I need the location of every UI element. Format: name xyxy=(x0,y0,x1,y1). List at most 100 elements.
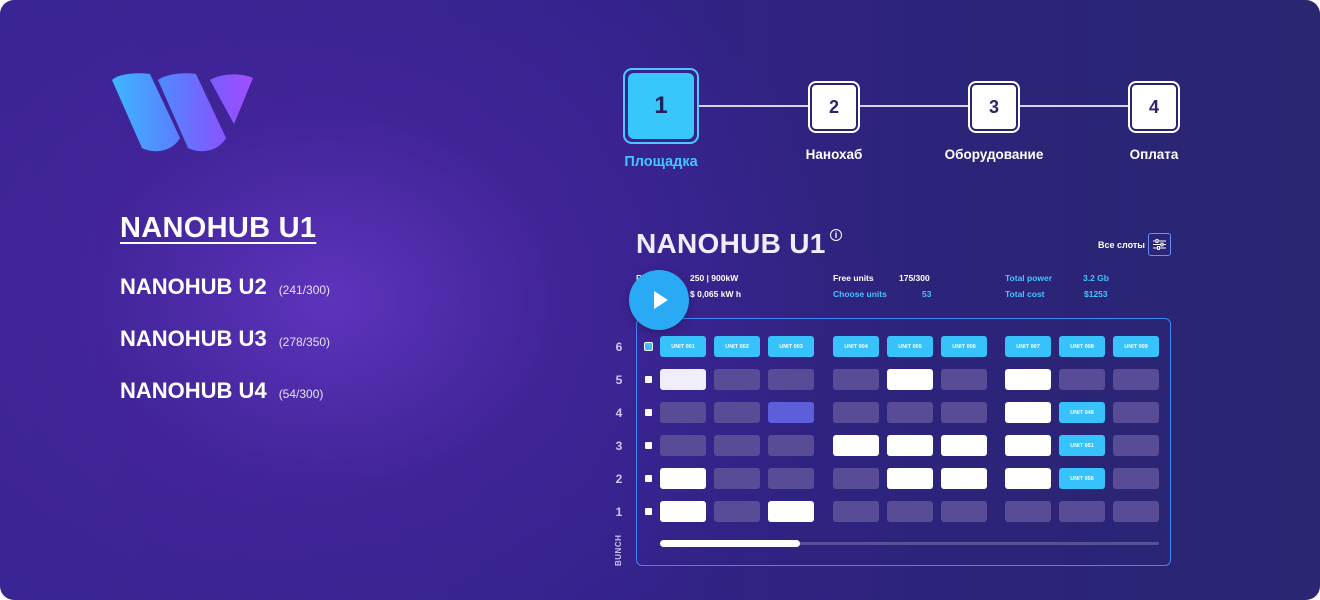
step-4[interactable]: 4 xyxy=(1130,83,1178,131)
slot-cell[interactable] xyxy=(941,468,987,489)
panel-title: NANOHUB U1 xyxy=(636,228,826,259)
step-number: 1 xyxy=(628,73,694,139)
slot-cell[interactable] xyxy=(1005,435,1051,456)
slot-cell[interactable] xyxy=(1113,501,1159,522)
slot-cell[interactable] xyxy=(887,501,933,522)
step-label-1: Площадка xyxy=(624,154,698,170)
slot-cell[interactable] xyxy=(1005,369,1051,390)
step-1[interactable]: 1 xyxy=(623,68,699,144)
step-2[interactable]: 2 xyxy=(810,83,858,131)
stat-total-power-value: 3.2 Gb xyxy=(1083,273,1109,283)
slot-cell[interactable] xyxy=(660,369,706,390)
slot-cell[interactable]: UNIT 048 xyxy=(1059,402,1105,423)
slot-cell[interactable] xyxy=(1059,369,1105,390)
slot-cell[interactable]: UNIT 007 xyxy=(1005,336,1051,357)
hub-list: NANOHUB U1 NANOHUB U2 (241/300) NANOHUB … xyxy=(120,212,330,403)
slot-cell[interactable] xyxy=(714,468,760,489)
slot-cell[interactable]: UNIT 008 xyxy=(1059,336,1105,357)
slot-cell[interactable] xyxy=(1005,402,1051,423)
stepper: 1 2 3 4 Площадка Нанохаб Оборудование Оп… xyxy=(600,68,1220,178)
slot-cell[interactable] xyxy=(768,468,814,489)
slot-cell[interactable] xyxy=(941,501,987,522)
row-checkbox[interactable] xyxy=(645,409,652,416)
bunch-axis-label: BUNCH xyxy=(614,534,623,566)
row-checkbox[interactable] xyxy=(645,508,652,515)
slot-cell[interactable] xyxy=(714,435,760,456)
slot-cell[interactable]: UNIT 005 xyxy=(887,336,933,357)
play-icon xyxy=(654,291,668,309)
stat-total-cost-label: Total cost xyxy=(1005,289,1045,299)
slot-cell[interactable]: UNIT 004 xyxy=(833,336,879,357)
row-number: 2 xyxy=(615,472,623,486)
step-label-4: Оплата xyxy=(1129,147,1179,162)
hub-name: NANOHUB U4 xyxy=(120,378,267,403)
stat-choose-units-label: Choose units xyxy=(833,289,887,299)
info-icon[interactable]: i xyxy=(830,229,842,241)
grid-scroll-thumb[interactable] xyxy=(660,540,800,547)
stat-total-power-label: Total power xyxy=(1005,273,1053,283)
slot-cell[interactable] xyxy=(714,369,760,390)
row-number: 3 xyxy=(615,439,623,453)
slot-cell[interactable]: UNIT 056 xyxy=(1059,468,1105,489)
slot-cell[interactable] xyxy=(1005,468,1051,489)
stat-price-value: $ 0,065 kW h xyxy=(690,289,742,299)
row-checkbox[interactable] xyxy=(644,342,653,351)
hub-item-u2[interactable]: NANOHUB U2 (241/300) xyxy=(120,274,330,300)
row-checkbox[interactable] xyxy=(645,376,652,383)
slot-cell[interactable] xyxy=(768,369,814,390)
play-button[interactable] xyxy=(629,270,689,330)
hub-active-link[interactable]: NANOHUB U1 xyxy=(120,212,316,245)
hub-count: (54/300) xyxy=(278,387,324,401)
slot-cell[interactable]: UNIT 006 xyxy=(941,336,987,357)
slot-cell[interactable] xyxy=(1005,501,1051,522)
slot-cell[interactable] xyxy=(660,468,706,489)
slot-cell[interactable] xyxy=(887,435,933,456)
slot-cell[interactable] xyxy=(660,402,706,423)
slot-cell[interactable] xyxy=(941,435,987,456)
slot-cell[interactable] xyxy=(833,435,879,456)
slot-cell[interactable] xyxy=(1113,468,1159,489)
step-connector xyxy=(698,105,810,107)
slot-cell[interactable]: UNIT 003 xyxy=(768,336,814,357)
slot-cell[interactable] xyxy=(941,402,987,423)
row-checkbox[interactable] xyxy=(645,475,652,482)
slot-cell[interactable]: UNIT 051 xyxy=(1059,435,1105,456)
step-connector xyxy=(1018,105,1130,107)
slot-cell[interactable]: UNIT 009 xyxy=(1113,336,1159,357)
slot-cell[interactable] xyxy=(887,402,933,423)
slot-cell[interactable] xyxy=(833,369,879,390)
slot-cell[interactable] xyxy=(660,435,706,456)
slot-cell[interactable] xyxy=(714,402,760,423)
slot-cell[interactable] xyxy=(660,501,706,522)
slot-cell[interactable] xyxy=(887,369,933,390)
slot-cell[interactable] xyxy=(887,468,933,489)
sliders-icon xyxy=(1153,239,1166,250)
hub-item-u4[interactable]: NANOHUB U4 (54/300) xyxy=(120,378,323,404)
slot-cell[interactable]: UNIT 002 xyxy=(714,336,760,357)
row-number: 6 xyxy=(615,340,623,354)
slot-cell[interactable] xyxy=(1113,402,1159,423)
hub-item-u3[interactable]: NANOHUB U3 (278/350) xyxy=(120,326,330,352)
w-logo-icon xyxy=(112,73,253,152)
step-3[interactable]: 3 xyxy=(970,83,1018,131)
slot-cell[interactable] xyxy=(941,369,987,390)
row-number: 1 xyxy=(615,505,623,519)
slot-cell[interactable] xyxy=(833,501,879,522)
slot-cell[interactable] xyxy=(833,402,879,423)
slot-cell[interactable] xyxy=(768,501,814,522)
slot-cell[interactable] xyxy=(1059,501,1105,522)
slot-cell[interactable] xyxy=(714,501,760,522)
stat-power-value: 250 | 900kW xyxy=(690,273,739,283)
row-number: 4 xyxy=(615,406,623,420)
slot-cell[interactable]: UNIT 001 xyxy=(660,336,706,357)
step-label-3: Оборудование xyxy=(944,147,1044,162)
slot-cell[interactable] xyxy=(768,435,814,456)
filter-button[interactable] xyxy=(1148,233,1171,256)
all-slots-label[interactable]: Все слоты xyxy=(1098,240,1145,250)
slot-cell[interactable] xyxy=(1113,369,1159,390)
slot-cell[interactable] xyxy=(1113,435,1159,456)
hub-name: NANOHUB U3 xyxy=(120,326,267,351)
slot-cell[interactable] xyxy=(768,402,814,423)
row-checkbox[interactable] xyxy=(645,442,652,449)
slot-cell[interactable] xyxy=(833,468,879,489)
